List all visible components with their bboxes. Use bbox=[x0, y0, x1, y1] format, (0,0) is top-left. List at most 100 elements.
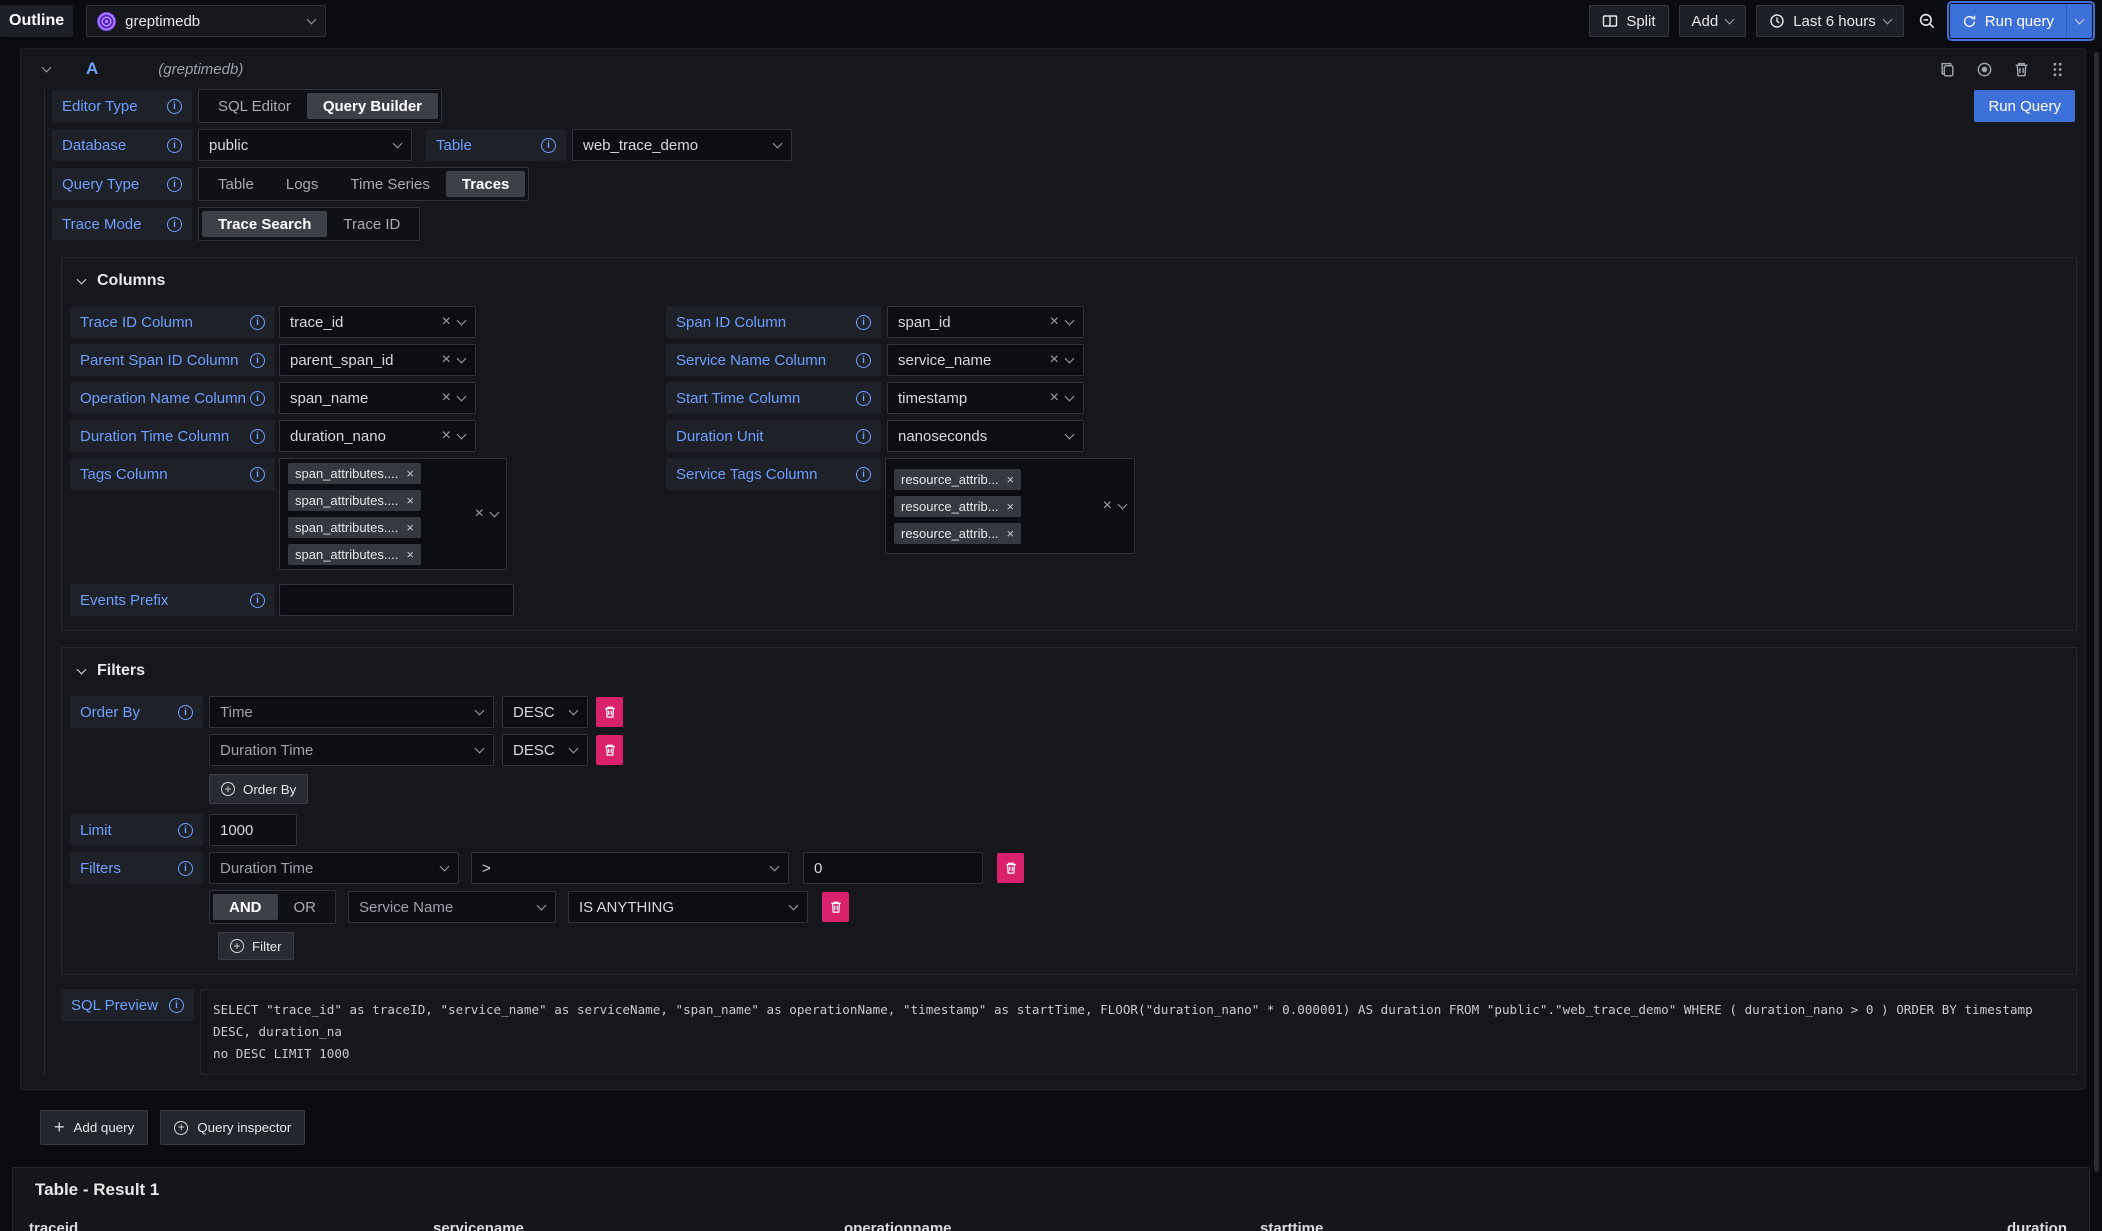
trace-mode-option-trace-search[interactable]: Trace Search bbox=[202, 211, 327, 237]
remove-chip-icon[interactable] bbox=[406, 547, 414, 562]
remove-order-by-button[interactable] bbox=[596, 735, 623, 765]
remove-chip-icon[interactable] bbox=[406, 520, 414, 535]
info-icon[interactable] bbox=[856, 353, 871, 368]
info-icon[interactable] bbox=[250, 467, 265, 482]
info-icon[interactable] bbox=[250, 593, 265, 608]
query-type-option-traces[interactable]: Traces bbox=[446, 171, 526, 197]
info-icon[interactable] bbox=[167, 99, 182, 114]
remove-chip-icon[interactable] bbox=[1007, 499, 1015, 514]
tags-column-select[interactable]: span_attributes.... span_attributes.... … bbox=[279, 458, 507, 570]
clear-icon[interactable] bbox=[442, 314, 451, 330]
info-icon[interactable] bbox=[541, 138, 556, 153]
add-button[interactable]: Add bbox=[1679, 5, 1747, 37]
query-type-option-logs[interactable]: Logs bbox=[270, 171, 335, 197]
editor-type-option-query-builder[interactable]: Query Builder bbox=[307, 93, 438, 119]
service-tags-column-select[interactable]: resource_attrib... resource_attrib... re… bbox=[885, 458, 1135, 554]
info-icon[interactable] bbox=[167, 138, 182, 153]
vertical-scrollbar[interactable] bbox=[2094, 52, 2099, 1172]
duplicate-query-icon[interactable] bbox=[1939, 61, 1956, 78]
tag-chip[interactable]: span_attributes.... bbox=[288, 517, 421, 538]
clear-icon[interactable] bbox=[1050, 352, 1059, 368]
column-header-duration[interactable]: duration bbox=[1967, 1210, 2089, 1231]
column-header-traceid[interactable]: traceid bbox=[13, 1210, 417, 1231]
database-select[interactable]: public bbox=[198, 129, 412, 161]
service-name-column-select[interactable]: service_name bbox=[887, 344, 1084, 376]
info-icon[interactable] bbox=[856, 315, 871, 330]
editor-run-query-button[interactable]: Run Query bbox=[1974, 90, 2075, 122]
query-row-header[interactable]: A (greptimedb) bbox=[33, 49, 2077, 89]
zoom-out-button[interactable] bbox=[1914, 5, 1940, 37]
query-type-option-time-series[interactable]: Time Series bbox=[334, 171, 445, 197]
service-tag-chip[interactable]: resource_attrib... bbox=[894, 469, 1021, 490]
editor-type-option-sql-editor[interactable]: SQL Editor bbox=[202, 93, 307, 119]
service-tag-chip[interactable]: resource_attrib... bbox=[894, 496, 1021, 517]
column-header-operationname[interactable]: operationname bbox=[828, 1210, 1244, 1231]
toggle-visibility-icon[interactable] bbox=[1976, 61, 1993, 78]
run-query-options-button[interactable] bbox=[2066, 4, 2092, 38]
remove-chip-icon[interactable] bbox=[1007, 526, 1015, 541]
clear-icon[interactable] bbox=[1103, 498, 1112, 514]
remove-chip-icon[interactable] bbox=[406, 493, 414, 508]
remove-filter-button[interactable] bbox=[997, 853, 1024, 883]
clear-icon[interactable] bbox=[442, 390, 451, 406]
split-button[interactable]: Split bbox=[1589, 5, 1668, 37]
order-by-field-select[interactable]: Duration Time bbox=[209, 734, 494, 766]
parent-span-id-column-select[interactable]: parent_span_id bbox=[279, 344, 476, 376]
remove-chip-icon[interactable] bbox=[406, 466, 414, 481]
info-icon[interactable] bbox=[250, 429, 265, 444]
order-by-field-select[interactable]: Time bbox=[209, 696, 494, 728]
filter-field-select[interactable]: Duration Time bbox=[209, 852, 459, 884]
collapse-chevron-icon[interactable] bbox=[42, 62, 52, 72]
clear-icon[interactable] bbox=[442, 352, 451, 368]
info-icon[interactable] bbox=[250, 315, 265, 330]
column-header-starttime[interactable]: starttime bbox=[1244, 1210, 1967, 1231]
tag-chip[interactable]: span_attributes.... bbox=[288, 490, 421, 511]
start-time-column-select[interactable]: timestamp bbox=[887, 382, 1084, 414]
tag-chip[interactable]: span_attributes.... bbox=[288, 463, 421, 484]
filter-value-input[interactable] bbox=[803, 852, 983, 884]
add-filter-button[interactable]: Filter bbox=[218, 932, 294, 960]
add-query-button[interactable]: + Add query bbox=[40, 1110, 148, 1145]
service-tag-chip[interactable]: resource_attrib... bbox=[894, 523, 1021, 544]
duration-time-column-select[interactable]: duration_nano bbox=[279, 420, 476, 452]
duration-unit-select[interactable]: nanoseconds bbox=[887, 420, 1084, 452]
remove-order-by-button[interactable] bbox=[596, 697, 623, 727]
remove-filter-button[interactable] bbox=[822, 892, 849, 922]
filter-operator-select[interactable]: > bbox=[471, 852, 789, 884]
time-range-picker[interactable]: Last 6 hours bbox=[1756, 5, 1904, 37]
filters-section-header[interactable]: Filters bbox=[78, 662, 2064, 680]
info-icon[interactable] bbox=[856, 391, 871, 406]
tag-chip[interactable]: span_attributes.... bbox=[288, 544, 421, 565]
order-by-direction-select[interactable]: DESC bbox=[502, 734, 588, 766]
column-header-servicename[interactable]: servicename bbox=[417, 1210, 828, 1231]
info-icon[interactable] bbox=[856, 429, 871, 444]
filter-logic-and[interactable]: AND bbox=[213, 894, 278, 920]
drag-handle-icon[interactable] bbox=[2050, 61, 2065, 78]
trace-id-column-select[interactable]: trace_id bbox=[279, 306, 476, 338]
info-icon[interactable] bbox=[167, 217, 182, 232]
delete-query-icon[interactable] bbox=[2013, 61, 2030, 78]
info-icon[interactable] bbox=[250, 391, 265, 406]
span-id-column-select[interactable]: span_id bbox=[887, 306, 1084, 338]
filter-operator-select[interactable]: IS ANYTHING bbox=[568, 891, 808, 923]
info-icon[interactable] bbox=[178, 705, 193, 720]
info-icon[interactable] bbox=[250, 353, 265, 368]
info-icon[interactable] bbox=[169, 998, 184, 1013]
clear-icon[interactable] bbox=[1050, 314, 1059, 330]
datasource-picker[interactable]: greptimedb bbox=[86, 5, 326, 37]
add-order-by-button[interactable]: Order By bbox=[209, 774, 308, 804]
remove-chip-icon[interactable] bbox=[1007, 472, 1015, 487]
table-select[interactable]: web_trace_demo bbox=[572, 129, 792, 161]
order-by-direction-select[interactable]: DESC bbox=[502, 696, 588, 728]
operation-name-column-select[interactable]: span_name bbox=[279, 382, 476, 414]
info-icon[interactable] bbox=[178, 861, 193, 876]
trace-mode-option-trace-id[interactable]: Trace ID bbox=[327, 211, 416, 237]
query-type-option-table[interactable]: Table bbox=[202, 171, 270, 197]
filter-field-select[interactable]: Service Name bbox=[348, 891, 556, 923]
clear-icon[interactable] bbox=[1050, 390, 1059, 406]
run-query-button[interactable]: Run query bbox=[1950, 4, 2066, 38]
clear-icon[interactable] bbox=[442, 428, 451, 444]
clear-icon[interactable] bbox=[475, 506, 484, 522]
filter-logic-or[interactable]: OR bbox=[278, 894, 333, 920]
query-inspector-button[interactable]: Query inspector bbox=[160, 1110, 305, 1145]
